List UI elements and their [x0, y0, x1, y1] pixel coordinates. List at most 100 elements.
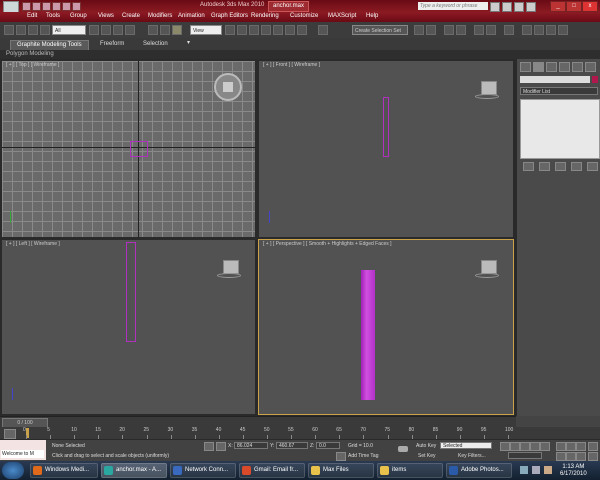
spinner-snap-icon[interactable] [297, 25, 307, 35]
viewport-perspective-label[interactable]: [ + ] [ Perspective ] [ Smooth + Highlig… [263, 241, 392, 247]
selection-region-icon[interactable] [113, 25, 123, 35]
new-file-icon[interactable] [22, 2, 31, 11]
maximize-button[interactable]: □ [566, 1, 582, 12]
search-input[interactable]: Type a keyword or phrase [418, 2, 488, 10]
schematic-view-icon[interactable] [486, 25, 496, 35]
rendered-frame-icon[interactable] [534, 25, 544, 35]
ribbon-expand-icon[interactable]: ▾ [187, 39, 190, 46]
undo-icon[interactable] [52, 2, 61, 11]
next-frame-icon[interactable] [530, 442, 540, 451]
menu-graph-editors[interactable]: Graph Editors [211, 13, 248, 19]
minimize-button[interactable]: _ [550, 1, 566, 12]
save-file-icon[interactable] [42, 2, 51, 11]
viewport-top-label[interactable]: [ + ] [ Top ] [ Wireframe ] [6, 62, 59, 68]
tab-selection[interactable]: Selection [137, 40, 174, 49]
taskbar-3dsmax[interactable]: anchor.max - A... [101, 463, 167, 478]
keyboard-shortcut-icon[interactable] [249, 25, 259, 35]
remove-modifier-icon[interactable] [571, 162, 582, 171]
taskbar-max-files[interactable]: Max Files [308, 463, 374, 478]
motion-tab-icon[interactable] [559, 62, 570, 72]
pan-icon[interactable] [566, 452, 576, 461]
named-selection-dropdown[interactable]: Create Selection Set [352, 25, 408, 35]
star-icon[interactable] [526, 2, 536, 12]
add-time-tag-button[interactable]: Add Time Tag [348, 453, 378, 459]
menu-maxscript[interactable]: MAXScript [328, 13, 356, 19]
viewport-front[interactable]: [ + ] [ Front ] [ Wireframe ] [259, 61, 513, 237]
key-mode-dropdown[interactable]: Selected [440, 442, 492, 449]
reference-coordinate-dropdown[interactable]: View [190, 25, 222, 35]
rotate-icon[interactable] [160, 25, 170, 35]
viewport-front-label[interactable]: [ + ] [ Front ] [ Wireframe ] [263, 62, 320, 68]
viewport-perspective[interactable]: [ + ] [ Perspective ] [ Smooth + Highlig… [258, 239, 514, 415]
menu-group[interactable]: Group [70, 13, 87, 19]
redo-icon[interactable] [16, 25, 26, 35]
menu-views[interactable]: Views [98, 13, 114, 19]
search-icon[interactable] [490, 2, 500, 12]
hierarchy-tab-icon[interactable] [546, 62, 557, 72]
anchor-object-top[interactable] [130, 141, 148, 157]
go-to-start-icon[interactable] [500, 442, 510, 451]
render-teapot-icon[interactable] [558, 25, 568, 35]
material-editor-icon[interactable] [504, 25, 514, 35]
project-folder-icon[interactable] [72, 2, 81, 11]
orbit-icon[interactable] [576, 452, 586, 461]
viewcube-icon[interactable] [223, 260, 239, 274]
previous-frame-icon[interactable] [510, 442, 520, 451]
menu-modifiers[interactable]: Modifiers [148, 13, 172, 19]
zoom-extents-icon[interactable] [576, 442, 586, 451]
make-unique-icon[interactable] [555, 162, 566, 171]
pivot-center-icon[interactable] [225, 25, 235, 35]
unlink-icon[interactable] [40, 25, 50, 35]
anchor-object-perspective[interactable] [361, 270, 375, 400]
render-production-icon[interactable] [546, 25, 556, 35]
graphite-toggle-icon[interactable] [456, 25, 466, 35]
absolute-mode-icon[interactable] [216, 442, 226, 451]
select-by-name-icon[interactable] [101, 25, 111, 35]
maxscript-mini-listener[interactable]: Welcome to M [1, 450, 44, 458]
select-object-icon[interactable] [89, 25, 99, 35]
time-tag-icon[interactable] [336, 452, 346, 461]
viewcube-icon[interactable] [481, 260, 497, 274]
key-icon[interactable] [398, 446, 408, 452]
z-coordinate-field[interactable]: 0.0 [316, 442, 340, 449]
info-icon[interactable] [514, 2, 524, 12]
set-key-button[interactable]: Set Key [418, 453, 436, 459]
taskbar-photoshop[interactable]: Adobe Photos... [446, 463, 512, 478]
play-icon[interactable] [520, 442, 530, 451]
tray-volume-icon[interactable] [532, 466, 540, 474]
menu-animation[interactable]: Animation [178, 13, 205, 19]
start-button[interactable] [2, 462, 24, 479]
tray-flag-icon[interactable] [544, 466, 552, 474]
menu-rendering[interactable]: Rendering [251, 13, 279, 19]
taskbar-gmail[interactable]: Gmail: Email fr... [239, 463, 305, 478]
layer-manager-icon[interactable] [444, 25, 454, 35]
tab-freeform[interactable]: Freeform [94, 40, 130, 49]
track-bar[interactable]: 0 5 10 15 20 25 30 35 40 45 50 55 60 65 70 75 80 85 90 95 10… [0, 427, 600, 439]
zoom-all-icon[interactable] [566, 442, 576, 451]
display-tab-icon[interactable] [572, 62, 583, 72]
show-end-result-icon[interactable] [539, 162, 550, 171]
taskbar-windows-media[interactable]: Windows Medi... [30, 463, 98, 478]
align-icon[interactable] [426, 25, 436, 35]
viewport-left-label[interactable]: [ + ] [ Left ] [ Wireframe ] [6, 241, 60, 247]
viewcube-icon[interactable] [214, 73, 242, 101]
help-icon[interactable] [502, 2, 512, 12]
utilities-tab-icon[interactable] [585, 62, 596, 72]
x-coordinate-field[interactable]: 86.024 [234, 442, 268, 449]
modify-tab-icon[interactable] [533, 62, 544, 72]
current-frame-field[interactable] [508, 452, 542, 459]
tray-network-icon[interactable] [520, 466, 528, 474]
modifier-stack[interactable] [520, 99, 600, 159]
move-icon[interactable] [148, 25, 158, 35]
track-view-icon[interactable] [4, 429, 16, 439]
auto-key-button[interactable]: Auto Key [416, 443, 436, 449]
render-setup-icon[interactable] [522, 25, 532, 35]
object-color-swatch[interactable] [592, 76, 598, 83]
taskbar-items[interactable]: items [377, 463, 443, 478]
create-tab-icon[interactable] [520, 62, 531, 72]
polygon-modeling-label[interactable]: Polygon Modeling [6, 51, 54, 57]
edit-named-selection-icon[interactable] [318, 25, 328, 35]
snaps-toggle-icon[interactable] [261, 25, 271, 35]
menu-tools[interactable]: Tools [46, 13, 60, 19]
modifier-list-dropdown[interactable]: Modifier List [520, 87, 598, 95]
